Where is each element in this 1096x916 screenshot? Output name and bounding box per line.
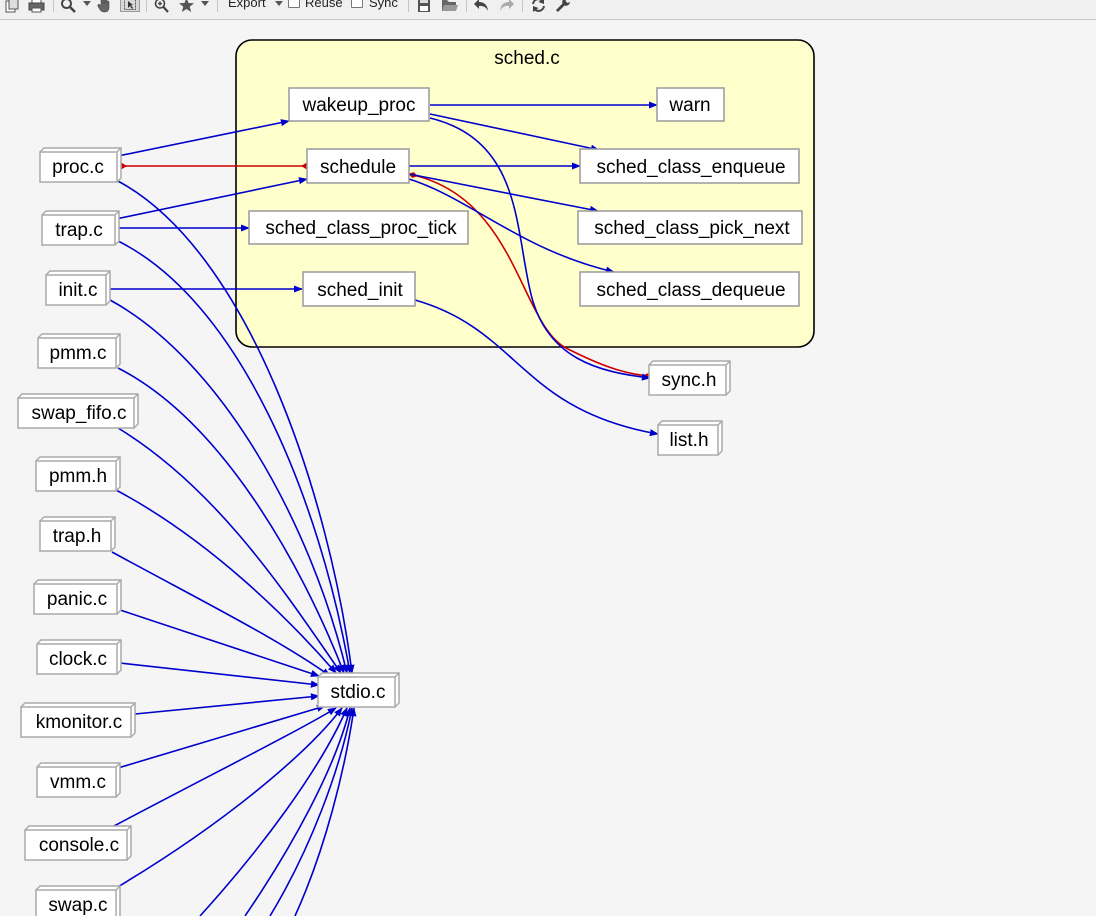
svg-text:clock.c: clock.c xyxy=(49,649,107,670)
node-vmm-c[interactable]: vmm.c xyxy=(36,762,121,798)
svg-text:swap_fifo.c: swap_fifo.c xyxy=(31,403,126,424)
edge-offscreen-2-stdio-c xyxy=(244,707,352,916)
svg-text:list.h: list.h xyxy=(669,430,708,451)
node-init-c[interactable]: init.c xyxy=(45,270,111,306)
node-console-c[interactable]: console.c xyxy=(24,825,132,861)
svg-text:schedule: schedule xyxy=(320,157,396,178)
edge-console-c-stdio-c xyxy=(113,707,337,827)
svg-text:console.c: console.c xyxy=(39,835,119,856)
node-swap-c[interactable]: swap.c xyxy=(35,885,121,916)
svg-text:warn: warn xyxy=(668,95,710,116)
svg-text:swap.c: swap.c xyxy=(48,895,107,916)
node-panic-c[interactable]: panic.c xyxy=(33,579,122,615)
svg-text:vmm.c: vmm.c xyxy=(50,772,106,793)
svg-text:trap.c: trap.c xyxy=(55,220,103,241)
svg-text:sched_class_enqueue: sched_class_enqueue xyxy=(596,157,785,178)
edge-offscreen-3-stdio-c xyxy=(269,707,354,916)
svg-text:pmm.c: pmm.c xyxy=(50,343,107,364)
node-sched-class-dequeue[interactable]: sched_class_dequeue xyxy=(579,271,800,307)
node-trap-c[interactable]: trap.c xyxy=(41,210,120,246)
svg-text:pmm.h: pmm.h xyxy=(49,466,107,487)
svg-text:sched_class_dequeue: sched_class_dequeue xyxy=(596,280,785,301)
node-sched-class-pick-next[interactable]: sched_class_pick_next xyxy=(577,210,803,245)
node-kmonitor-c[interactable]: kmonitor.c xyxy=(20,702,136,738)
svg-text:stdio.c: stdio.c xyxy=(331,682,386,703)
svg-text:sync.h: sync.h xyxy=(662,370,717,391)
node-proc-c[interactable]: proc.c xyxy=(39,147,122,183)
svg-text:sched_class_pick_next: sched_class_pick_next xyxy=(594,218,790,239)
svg-text:sched_class_proc_tick: sched_class_proc_tick xyxy=(265,218,457,239)
svg-text:sched_init: sched_init xyxy=(317,280,403,301)
svg-text:trap.h: trap.h xyxy=(53,526,102,547)
node-list-h[interactable]: list.h xyxy=(657,420,723,456)
node-sched-class-proc-tick[interactable]: sched_class_proc_tick xyxy=(248,210,469,245)
svg-text:proc.c: proc.c xyxy=(52,157,104,178)
svg-text:wakeup_proc: wakeup_proc xyxy=(301,95,415,116)
node-sched-class-enqueue[interactable]: sched_class_enqueue xyxy=(579,148,800,184)
node-warn[interactable]: warn xyxy=(656,87,725,122)
graph-canvas[interactable]: sched.c wakeup_proc warn schedule sched_… xyxy=(0,0,1096,916)
node-clock-c[interactable]: clock.c xyxy=(36,639,122,675)
node-pmm-h[interactable]: pmm.h xyxy=(35,456,121,492)
node-pmm-c[interactable]: pmm.c xyxy=(37,333,121,369)
node-schedule[interactable]: schedule xyxy=(306,148,410,184)
node-swap-fifo-c[interactable]: swap_fifo.c xyxy=(17,393,139,429)
node-wakeup-proc[interactable]: wakeup_proc xyxy=(288,87,430,122)
node-sched-init[interactable]: sched_init xyxy=(302,271,416,307)
edge-offscreen-1-stdio-c xyxy=(199,707,348,916)
svg-text:init.c: init.c xyxy=(58,280,97,301)
node-sync-h[interactable]: sync.h xyxy=(648,360,731,396)
svg-text:panic.c: panic.c xyxy=(47,589,107,610)
node-trap-h[interactable]: trap.h xyxy=(39,516,116,552)
node-stdio-c[interactable]: stdio.c xyxy=(317,672,400,708)
svg-text:kmonitor.c: kmonitor.c xyxy=(36,712,123,733)
cluster-title: sched.c xyxy=(494,48,559,69)
edge-kmonitor-c-stdio-c xyxy=(134,693,320,715)
